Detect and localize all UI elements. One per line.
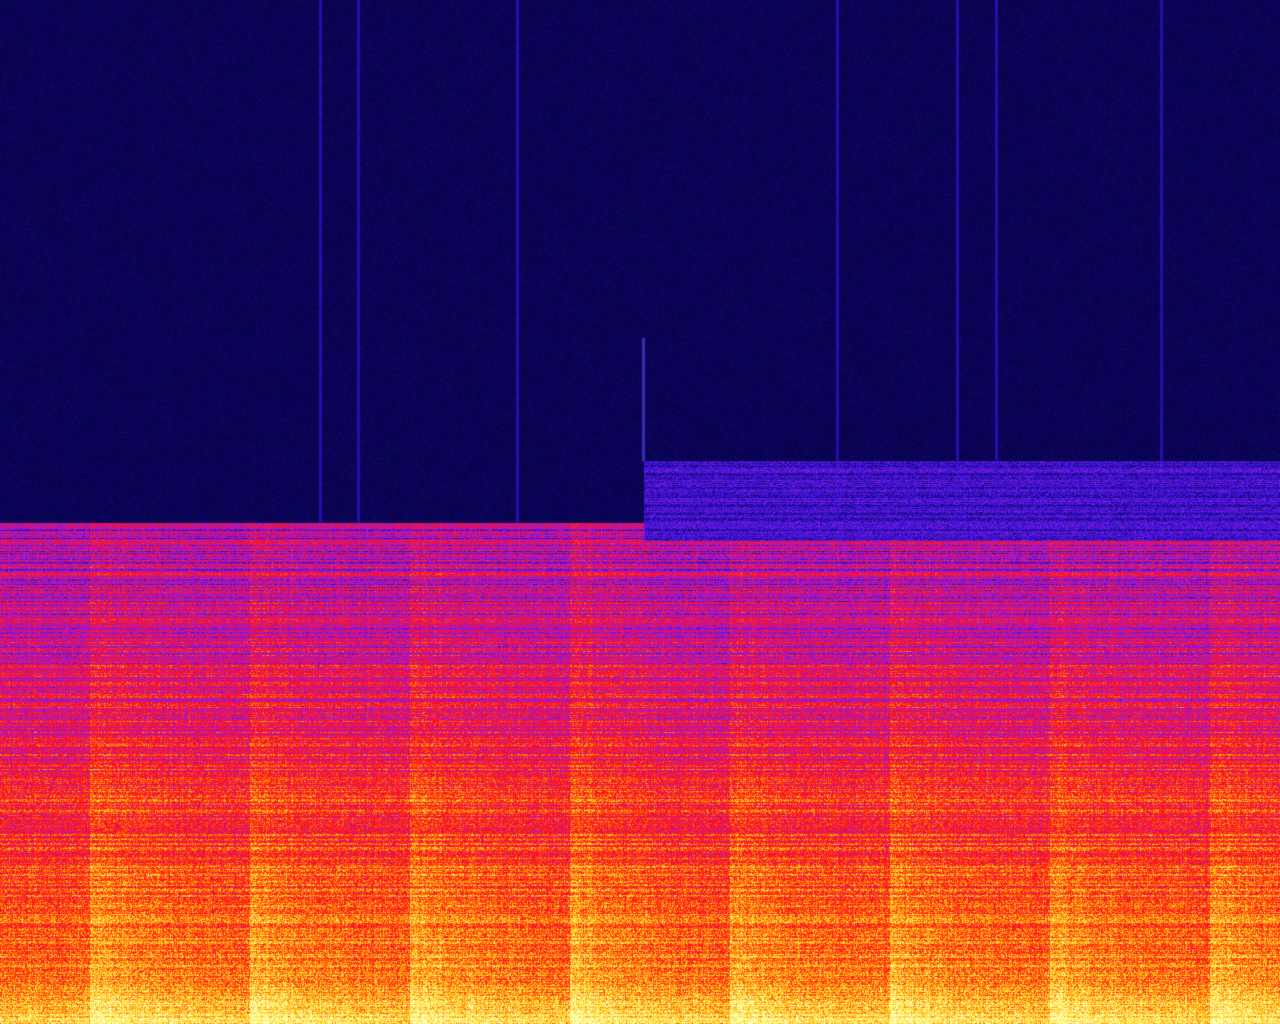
- spectrogram-view: [0, 0, 1280, 1024]
- spectrogram-image: [0, 0, 1280, 1024]
